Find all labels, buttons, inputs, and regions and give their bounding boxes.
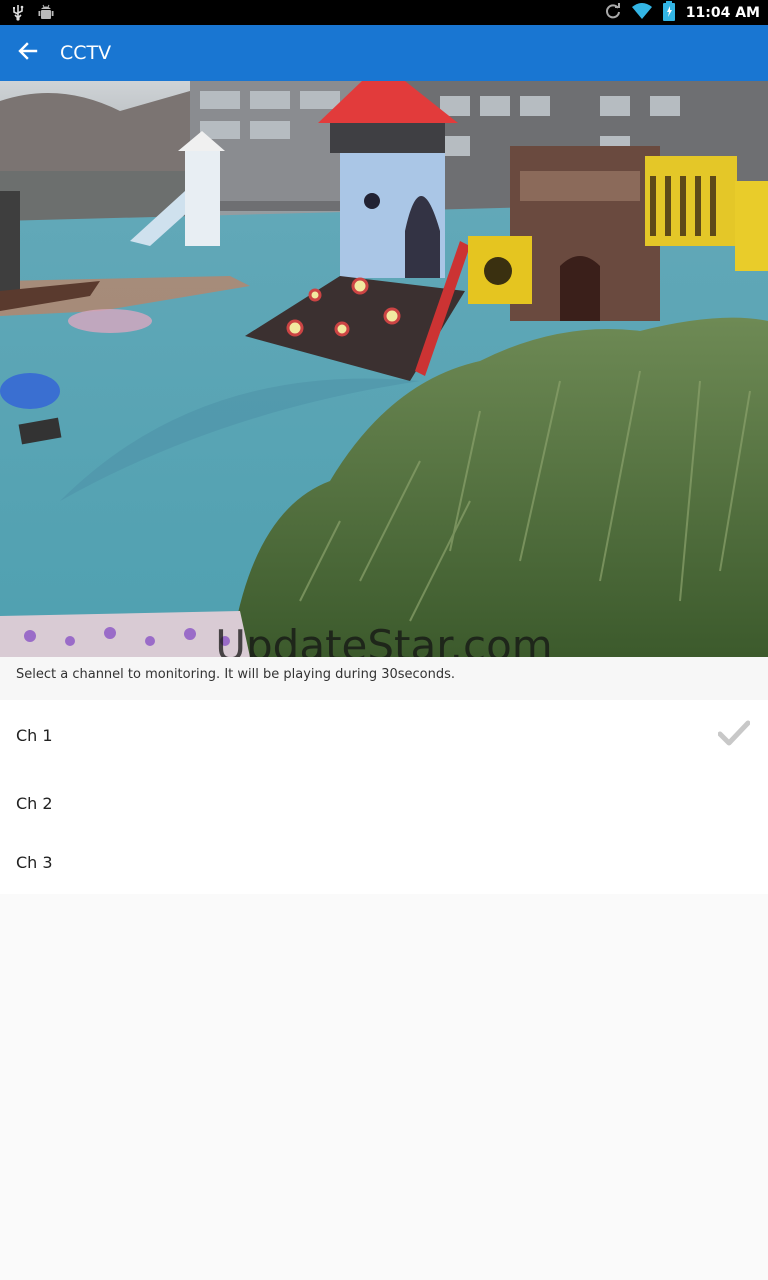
status-left-icons [10,4,54,25]
info-text: Select a channel to monitoring. It will … [0,657,768,700]
sync-icon [604,2,622,24]
channel-item-ch1[interactable]: Ch 1 [0,706,768,764]
usb-icon [10,4,26,25]
channel-item-ch3[interactable]: Ch 3 [0,833,768,891]
back-button[interactable] [0,25,56,81]
channel-label: Ch 2 [16,793,53,813]
status-right: 11:04 AM [604,0,760,25]
battery-icon [662,0,676,25]
status-time: 11:04 AM [685,4,760,21]
arrow-back-icon [18,41,38,65]
check-icon [717,720,751,750]
watermark-text: UpdateStar.com [215,621,553,657]
cctv-frame-image [0,81,768,657]
wifi-icon [631,2,652,24]
channel-item-ch2[interactable]: Ch 2 [0,774,768,832]
status-bar: 11:04 AM [0,0,768,25]
channel-label: Ch 1 [16,725,53,745]
channel-label: Ch 3 [16,852,53,872]
app-bar: CCTV [0,25,768,81]
channel-list: Ch 1 Ch 2 Ch 3 [0,700,768,894]
android-debug-icon [38,4,54,25]
cctv-video-feed[interactable]: UpdateStar.com [0,81,768,657]
page-title: CCTV [60,42,112,64]
